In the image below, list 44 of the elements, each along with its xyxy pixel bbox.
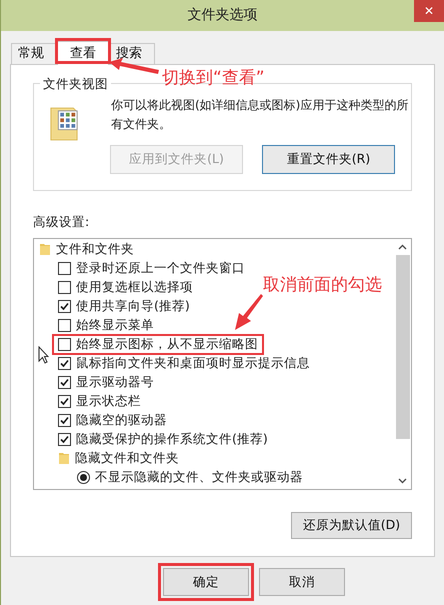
scroll-thumb[interactable] <box>396 254 410 439</box>
folder-icon <box>49 105 79 143</box>
window-title: 文件夹选项 <box>188 6 258 25</box>
arrow-icon <box>235 294 263 330</box>
dialog-button[interactable]: 确定 <box>163 568 249 596</box>
setting-label: 隐藏文件和文件夹 <box>75 448 179 467</box>
setting-label: 隐藏空的驱动器 <box>76 410 167 429</box>
checkbox[interactable] <box>58 300 71 313</box>
section-label: 高级设置: <box>33 213 90 231</box>
scroll-down-icon[interactable] <box>398 478 407 484</box>
annotation-text: 切换到“查看” <box>162 67 265 90</box>
restore-defaults-button[interactable]: 还原为默认值(D) <box>291 512 412 539</box>
setting-label: 显示状态栏 <box>76 392 141 410</box>
checkbox[interactable] <box>58 338 71 351</box>
annotation-text: 取消前面的勾选 <box>263 274 382 297</box>
setting-label: 始终显示菜单 <box>76 316 154 334</box>
setting-label: 鼠标指向文件夹和桌面项时显示提示信息 <box>76 354 310 372</box>
cursor-icon <box>38 346 49 364</box>
checkbox[interactable] <box>58 376 71 389</box>
setting-label: 始终显示图标，从不显示缩略图 <box>76 334 258 353</box>
tab[interactable]: 常规 <box>11 43 57 64</box>
checkbox[interactable] <box>58 432 71 446</box>
radio-button[interactable] <box>77 470 90 484</box>
setting-label: 不显示隐藏的文件、文件夹或驱动器 <box>95 468 303 486</box>
dialog-button[interactable]: 取消 <box>259 568 345 596</box>
setting-label: 文件和文件夹 <box>56 240 134 258</box>
tab[interactable]: 搜索 <box>109 43 155 64</box>
scroll-up-icon[interactable] <box>398 244 407 250</box>
checkbox[interactable] <box>58 394 71 408</box>
close-button[interactable]: ✕ <box>414 0 444 22</box>
setting-label: 使用复选框以选择项 <box>76 278 193 296</box>
checkbox[interactable] <box>58 356 71 370</box>
setting-label: 显示驱动器号 <box>76 372 154 391</box>
setting-label: 使用共享向导(推荐) <box>76 296 190 315</box>
setting-label: 登录时还原上一个文件夹窗口 <box>76 258 245 277</box>
checkbox[interactable] <box>58 280 71 294</box>
description: 你可以将此视图(如详细信息或图标)应用于这种类型的所有文件夹。 <box>111 97 410 133</box>
checkbox[interactable] <box>58 414 71 427</box>
action-button[interactable]: 重置文件夹(R) <box>262 145 395 174</box>
folder-icon <box>58 451 70 466</box>
checkbox[interactable] <box>58 262 71 275</box>
folder-icon <box>39 242 51 256</box>
setting-label: 隐藏受保护的操作系统文件(推荐) <box>76 430 268 448</box>
checkbox[interactable] <box>58 318 71 332</box>
